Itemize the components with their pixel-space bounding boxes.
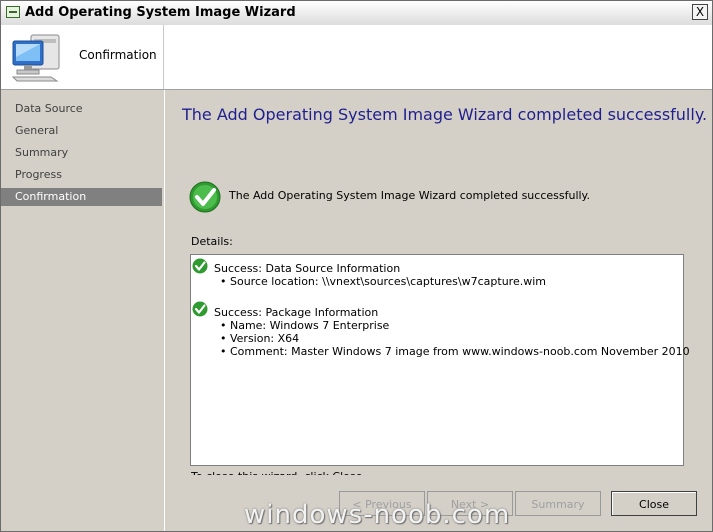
wizard-header: Confirmation bbox=[1, 25, 712, 90]
sidebar-item-data-source: Data Source bbox=[15, 102, 83, 115]
wizard-window: Add Operating System Image Wizard X Conf… bbox=[0, 0, 713, 532]
window-title: Add Operating System Image Wizard bbox=[25, 5, 296, 20]
success-check-icon bbox=[192, 301, 208, 317]
wizard-steps-sidebar: Data Source General Summary Progress Con… bbox=[1, 90, 165, 531]
success-check-icon bbox=[189, 181, 221, 213]
page-title: The Add Operating System Image Wizard co… bbox=[182, 105, 708, 124]
detail-bullet: • Comment: Master Windows 7 image from w… bbox=[220, 345, 690, 358]
sidebar-item-general: General bbox=[15, 124, 59, 137]
watermark: windows-noob.com bbox=[244, 500, 511, 530]
computer-icon bbox=[11, 34, 60, 82]
detail-title: Success: Data Source Information bbox=[214, 262, 401, 275]
status-message: The Add Operating System Image Wizard co… bbox=[229, 189, 590, 202]
title-bar[interactable]: Add Operating System Image Wizard X bbox=[1, 1, 712, 26]
summary-button[interactable]: Summary bbox=[515, 491, 601, 516]
header-divider bbox=[163, 25, 164, 89]
sidebar-item-summary: Summary bbox=[15, 146, 69, 159]
sidebar-item-confirmation: Confirmation bbox=[1, 188, 162, 206]
detail-bullet: • Name: Windows 7 Enterprise bbox=[220, 319, 390, 332]
success-check-icon bbox=[192, 258, 208, 274]
close-button[interactable]: Close bbox=[611, 491, 697, 516]
detail-bullet: • Version: X64 bbox=[220, 332, 300, 345]
close-window-button[interactable]: X bbox=[692, 4, 708, 20]
close-instruction-text: To close this wizard, click Close. bbox=[191, 470, 366, 475]
details-box[interactable]: Success: Data Source Information • Sourc… bbox=[190, 254, 690, 466]
wizard-content: The Add Operating System Image Wizard co… bbox=[165, 90, 712, 531]
details-label: Details: bbox=[191, 235, 233, 248]
header-title: Confirmation bbox=[79, 48, 157, 62]
sidebar-item-progress: Progress bbox=[15, 168, 62, 181]
detail-title: Success: Package Information bbox=[214, 306, 379, 319]
wizard-app-icon bbox=[6, 6, 20, 18]
detail-bullet: • Source location: \\vnext\sources\captu… bbox=[220, 275, 546, 288]
